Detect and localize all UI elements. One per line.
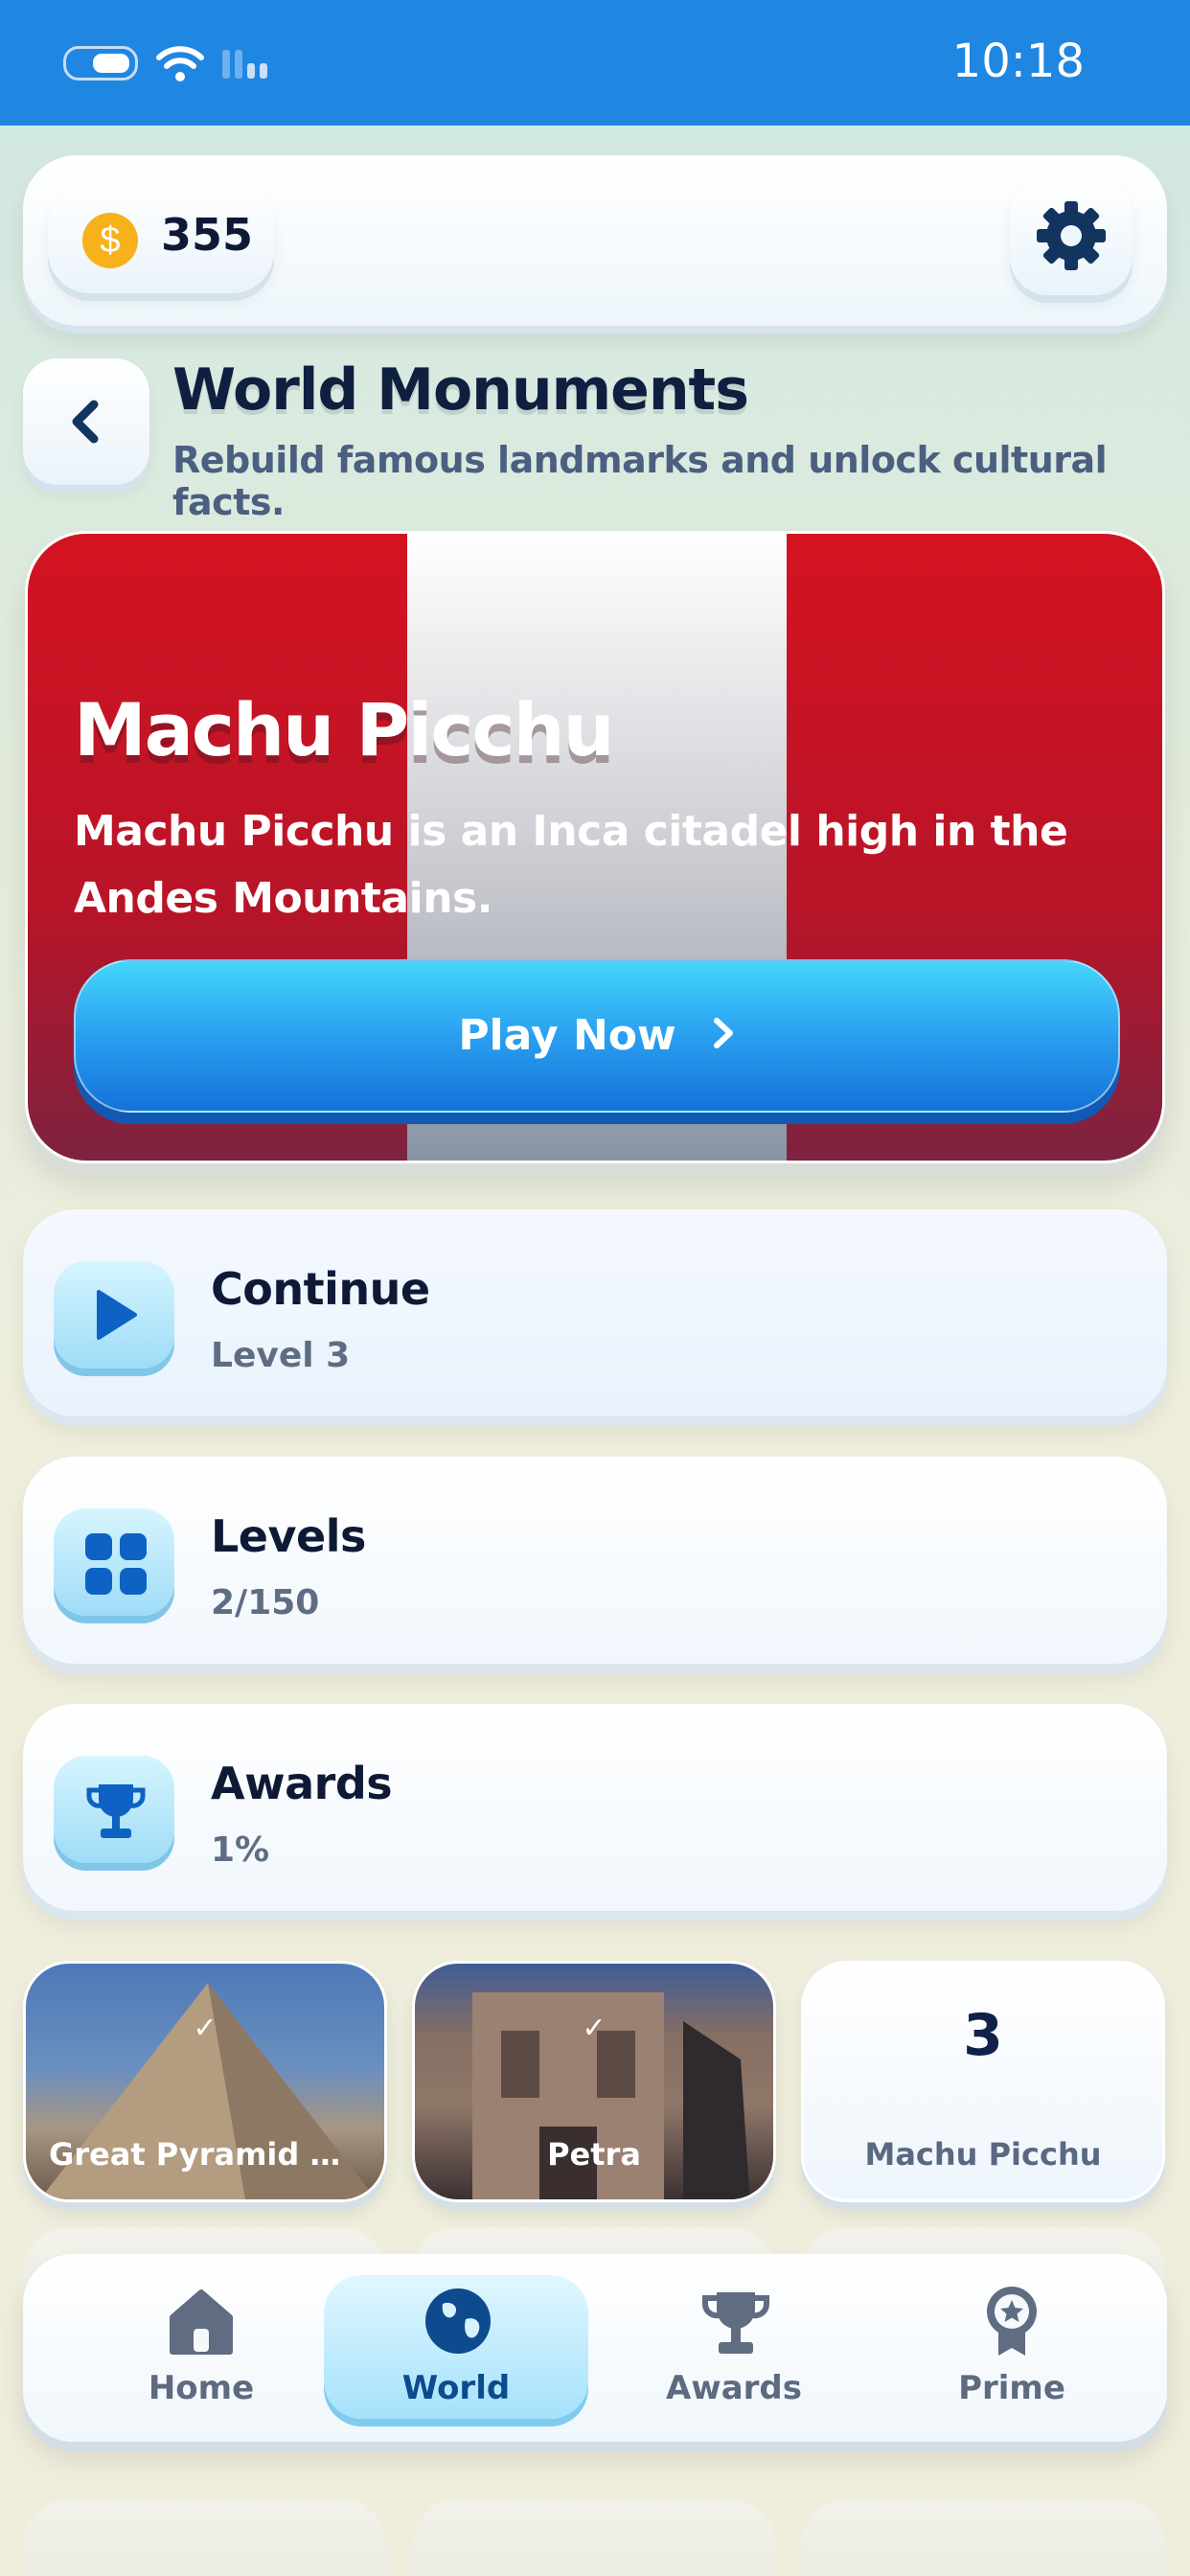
play-now-button[interactable]: Play Now (74, 959, 1120, 1113)
coin-balance[interactable]: $ 355 (48, 184, 274, 293)
monument-label: Petra (547, 2136, 641, 2173)
levels-title: Levels (211, 1510, 366, 1562)
monument-tile[interactable] (23, 2499, 387, 2576)
play-icon (97, 1290, 137, 1340)
coin-icon: $ (82, 213, 138, 268)
gear-icon (1037, 201, 1106, 270)
top-bar: $ 355 (23, 155, 1167, 326)
featured-title: Machu Picchu (74, 687, 615, 772)
trophy-icon (86, 1784, 146, 1838)
badge-icon (987, 2287, 1037, 2356)
battery-icon (63, 46, 138, 80)
awards-card[interactable]: Awards 1% (23, 1704, 1167, 1911)
status-bar: 10:18 (0, 0, 1190, 126)
tab-label: World (401, 2369, 511, 2407)
monument-tile[interactable] (801, 2499, 1165, 2576)
monument-tile[interactable] (412, 2499, 776, 2576)
continue-subtitle: Level 3 (211, 1336, 351, 1375)
continue-card[interactable]: Continue Level 3 (23, 1209, 1167, 1416)
tab-label: Prime (958, 2369, 1065, 2407)
settings-button[interactable] (1010, 176, 1133, 295)
monument-tile-great-pyramid[interactable]: ✓ Great Pyramid o… (23, 1961, 387, 2202)
levels-icon-tile (54, 1508, 174, 1616)
page-title: World Monuments (172, 356, 749, 424)
continue-title: Continue (211, 1263, 430, 1315)
tab-awards[interactable]: Awards (602, 2275, 866, 2419)
coin-count: 355 (161, 209, 254, 261)
featured-monument-card: Machu Picchu Machu Picchu is an Inca cit… (25, 531, 1165, 1163)
tab-world[interactable]: World (324, 2275, 588, 2419)
status-time: 10:18 (951, 34, 1085, 88)
chevron-left-icon (72, 400, 99, 444)
check-icon: ✓ (193, 2012, 217, 2045)
tab-label: Awards (665, 2369, 802, 2407)
levels-card[interactable]: Levels 2/150 (23, 1457, 1167, 1664)
level-number: 3 (963, 2002, 1003, 2069)
globe-icon (425, 2288, 491, 2354)
continue-icon-tile (54, 1261, 174, 1368)
page-subtitle: Rebuild famous landmarks and unlock cult… (172, 439, 1108, 523)
awards-subtitle: 1% (211, 1830, 270, 1870)
back-button[interactable] (23, 358, 149, 485)
monument-tile-petra[interactable]: ✓ Petra (412, 1961, 776, 2202)
wifi-icon (156, 46, 204, 81)
bottom-tab-bar: Home World Awards Prime (23, 2254, 1167, 2442)
monument-label: Great Pyramid o… (49, 2136, 361, 2173)
awards-title: Awards (211, 1758, 393, 1809)
tab-label: Home (148, 2369, 255, 2407)
monument-tile-machu-picchu[interactable]: 3 Machu Picchu (801, 1961, 1165, 2202)
grid-icon (85, 1533, 147, 1595)
chevron-right-icon (711, 1011, 736, 1060)
signal-icon (222, 50, 267, 79)
home-icon (170, 2289, 233, 2355)
featured-description: Machu Picchu is an Inca citadel high in … (74, 807, 1068, 923)
check-icon: ✓ (582, 2012, 606, 2045)
monument-label: Machu Picchu (864, 2136, 1102, 2173)
awards-icon-tile (54, 1756, 174, 1863)
tab-prime[interactable]: Prime (880, 2275, 1144, 2419)
trophy-icon (701, 2292, 770, 2354)
tab-home[interactable]: Home (69, 2275, 333, 2419)
play-now-label: Play Now (458, 1011, 676, 1060)
levels-subtitle: 2/150 (211, 1583, 320, 1622)
